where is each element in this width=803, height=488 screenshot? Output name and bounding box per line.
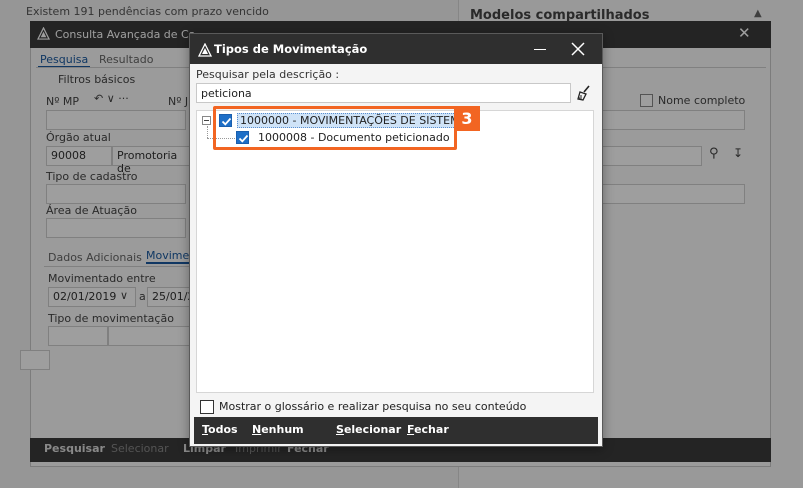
annotation-highlight [213, 106, 457, 150]
dialog-titlebar[interactable]: Tipos de Movimentação [190, 34, 602, 64]
todos-button[interactable]: Todos [202, 423, 238, 436]
broom-icon [577, 85, 590, 101]
nenhum-button[interactable]: Nenhum [252, 423, 304, 436]
glossary-checkbox[interactable] [200, 400, 214, 414]
fechar-button[interactable]: Fechar [407, 423, 449, 436]
search-label: Pesquisar pela descrição : [196, 68, 340, 81]
close-icon [571, 42, 585, 56]
tree-connector [207, 126, 208, 138]
step-badge: 3 [454, 106, 480, 131]
close-button[interactable] [566, 38, 590, 60]
collapse-toggle[interactable] [202, 116, 211, 125]
dialog-footer: Todos Nenhum Selecionar Fechar [194, 417, 598, 444]
minimize-icon [534, 49, 546, 50]
glossary-label: Mostrar o glossário e realizar pesquisa … [219, 400, 527, 413]
search-input[interactable] [196, 83, 571, 103]
tipos-movimentacao-dialog: Tipos de Movimentação Pesquisar pela des… [189, 33, 603, 447]
tree-panel[interactable]: 1000000 - MOVIMENTAÇÕES DE SISTEMA 10000… [196, 110, 594, 393]
clear-filter-button[interactable] [574, 83, 594, 103]
dialog-title: Tipos de Movimentação [214, 42, 368, 56]
minimize-button[interactable] [528, 38, 552, 60]
selecionar-button[interactable]: Selecionar [336, 423, 401, 436]
minus-icon [204, 120, 209, 121]
app-logo-icon [198, 43, 212, 57]
